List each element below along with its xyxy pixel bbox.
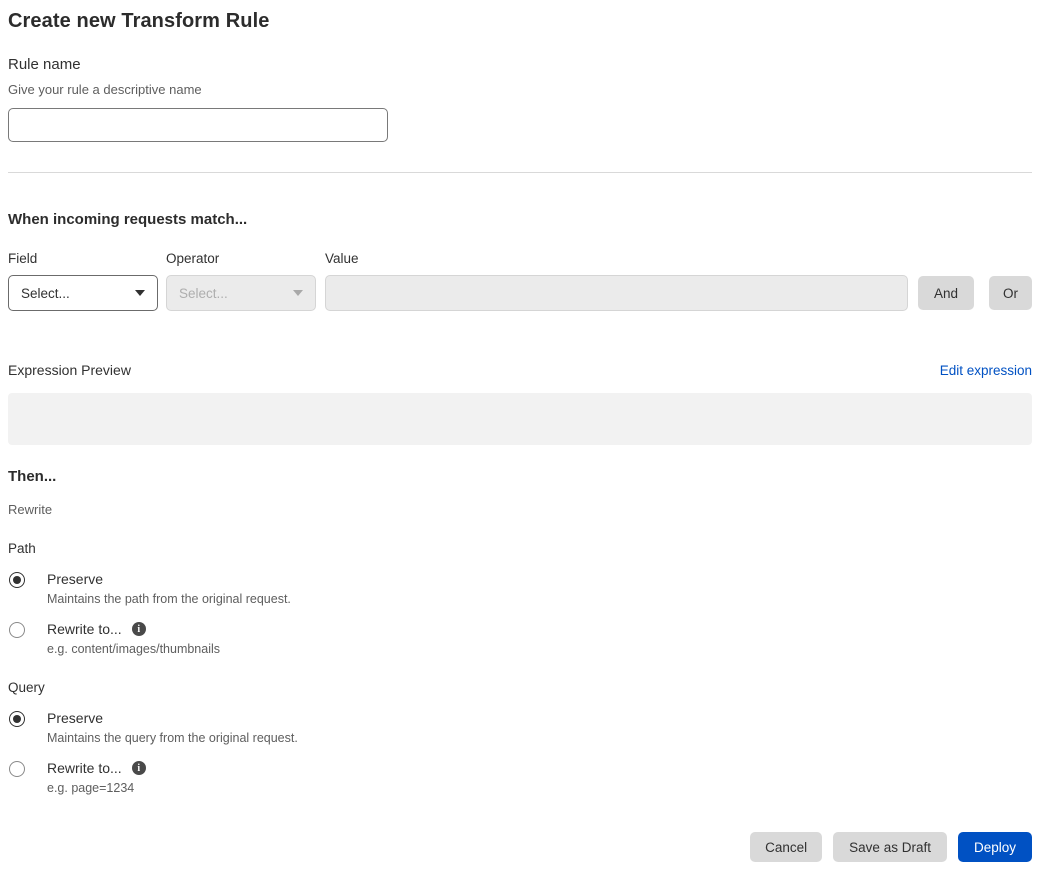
or-button[interactable]: Or [989,276,1032,310]
expression-preview-label: Expression Preview [8,362,131,378]
query-rewrite-radio[interactable] [9,761,25,777]
expression-preview-box [8,393,1032,445]
query-preserve-radio[interactable] [9,711,25,727]
match-heading: When incoming requests match... [8,211,248,228]
path-rewrite-option: Rewrite to... i e.g. content/images/thum… [8,621,1032,656]
info-icon[interactable]: i [131,622,146,636]
value-input [325,275,908,311]
path-rewrite-description: e.g. content/images/thumbnails [47,642,221,656]
match-condition-row: Field Select... Operator Select... Value… [8,251,1032,311]
field-select-value: Select... [21,285,70,301]
query-rewrite-description: e.g. page=1234 [47,781,135,795]
value-label: Value [325,251,359,266]
chevron-down-icon [135,290,145,296]
save-as-draft-button[interactable]: Save as Draft [833,832,947,862]
operator-select: Select... [166,275,316,311]
query-rewrite-option: Rewrite to... i e.g. page=1234 [8,760,1032,795]
path-rewrite-radio[interactable] [9,622,25,638]
path-preserve-option: Preserve Maintains the path from the ori… [8,571,1032,606]
rule-name-input[interactable] [8,108,388,142]
path-rewrite-label[interactable]: Rewrite to... [47,621,122,637]
deploy-button[interactable]: Deploy [957,832,1032,862]
edit-expression-link[interactable]: Edit expression [940,363,1032,378]
section-divider [8,172,1032,173]
info-icon[interactable]: i [131,761,146,775]
then-heading: Then... [8,468,57,485]
page-title: Create new Transform Rule [8,10,270,32]
query-preserve-label[interactable]: Preserve [47,710,103,726]
query-group-label: Query [8,680,45,695]
rule-name-help: Give your rule a descriptive name [8,82,202,97]
operator-select-value: Select... [179,285,228,301]
cancel-button[interactable]: Cancel [750,832,823,862]
query-rewrite-label[interactable]: Rewrite to... [47,760,122,776]
rule-name-label: Rule name [8,56,81,73]
path-preserve-label[interactable]: Preserve [47,571,103,587]
expression-preview-header: Expression Preview Edit expression [8,362,1032,378]
form-footer: Cancel Save as Draft Deploy [8,832,1032,872]
and-button[interactable]: And [917,276,974,310]
create-transform-rule-form: Create new Transform Rule Rule name Give… [0,0,1040,872]
path-preserve-radio[interactable] [9,572,25,588]
path-preserve-description: Maintains the path from the original req… [47,592,291,606]
field-select[interactable]: Select... [8,275,158,311]
chevron-down-icon [293,290,303,296]
query-preserve-option: Preserve Maintains the query from the or… [8,710,1032,745]
query-preserve-description: Maintains the query from the original re… [47,731,298,745]
operator-label: Operator [166,251,220,266]
path-group-label: Path [8,541,36,556]
rewrite-subheading: Rewrite [8,502,53,517]
field-label: Field [8,251,38,266]
